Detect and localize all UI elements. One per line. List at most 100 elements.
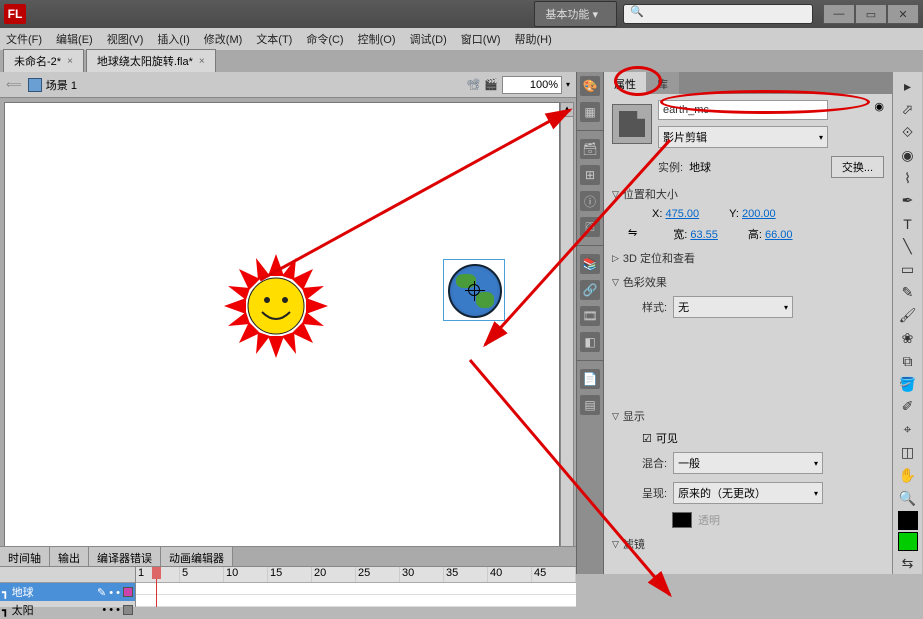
stage[interactable] [4, 102, 560, 558]
y-value[interactable]: 200.00 [742, 208, 776, 220]
edit-scene-icon[interactable]: 📽 [466, 78, 480, 91]
layer-row[interactable]: ┓太阳 • • • [0, 601, 135, 619]
library-icon[interactable]: 📚 [580, 254, 600, 274]
deco-tool[interactable]: ❀ [896, 328, 920, 349]
section-display[interactable]: 显示 [623, 408, 645, 424]
style-dropdown[interactable]: 无▾ [673, 296, 793, 318]
menu-insert[interactable]: 插入(I) [157, 31, 189, 47]
symbol-type-dropdown[interactable]: 影片剪辑▾ [658, 126, 828, 148]
doc-tab[interactable]: 未命名-2*× [3, 49, 84, 72]
menu-window[interactable]: 窗口(W) [461, 31, 501, 47]
registration-point-icon [468, 284, 480, 296]
edit-symbol-icon[interactable]: 🎬 [484, 78, 498, 91]
lasso-tool[interactable]: ⌇ [896, 168, 920, 189]
help-icon[interactable]: ◉ [874, 100, 884, 113]
cube-icon[interactable]: ◧ [580, 332, 600, 352]
section-filters[interactable]: 滤镜 [623, 536, 645, 552]
menu-help[interactable]: 帮助(H) [515, 31, 552, 47]
bucket-tool[interactable]: 🪣 [896, 374, 920, 395]
menu-view[interactable]: 视图(V) [107, 31, 144, 47]
align-icon[interactable]: ⊞ [580, 165, 600, 185]
subselect-tool[interactable]: ⬀ [896, 99, 920, 120]
pen-tool[interactable]: ✒ [896, 190, 920, 211]
chain-icon[interactable]: 🔗 [580, 280, 600, 300]
transform-icon[interactable]: ⛋ [580, 217, 600, 237]
tab-close-icon[interactable]: × [67, 56, 73, 67]
tab-timeline[interactable]: 时间轴 [0, 547, 50, 566]
eraser-tool[interactable]: ◫ [896, 442, 920, 463]
swap-colors-icon[interactable]: ⇆ [896, 553, 920, 574]
palette-icon[interactable]: 🎨 [580, 76, 600, 96]
3d-rotate-tool[interactable]: ◉ [896, 145, 920, 166]
line-tool[interactable]: ╲ [896, 236, 920, 257]
back-icon[interactable]: ⟸ [6, 78, 22, 91]
section-color[interactable]: 色彩效果 [623, 274, 667, 290]
doc-tab[interactable]: 地球绕太阳旋转.fla*× [86, 49, 216, 72]
zoom-dropdown-icon[interactable]: ▾ [566, 80, 570, 89]
sun-symbol[interactable] [221, 251, 331, 361]
doc-icon[interactable]: 📄 [580, 369, 600, 389]
hand-tool[interactable]: ✋ [896, 465, 920, 486]
tab-library[interactable]: 库 [647, 72, 679, 94]
menu-modify[interactable]: 修改(M) [204, 31, 243, 47]
x-value[interactable]: 475.00 [665, 208, 699, 220]
tab-errors[interactable]: 编译器错误 [89, 547, 161, 566]
panel-icon[interactable]: ▤ [580, 395, 600, 415]
zoom-input[interactable] [502, 76, 562, 94]
maximize-button[interactable]: ▭ [855, 4, 887, 24]
stroke-color[interactable] [898, 511, 918, 530]
layer-row[interactable]: ┓地球 ✎ • • [0, 583, 135, 601]
close-button[interactable]: ✕ [887, 4, 919, 24]
selection-tool[interactable]: ▸ [896, 76, 920, 97]
fill-color[interactable] [898, 532, 918, 551]
layer-list: ┓地球 ✎ • • ┓太阳 • • • [0, 567, 136, 607]
pencil-tool[interactable]: ✎ [896, 282, 920, 303]
playhead[interactable] [156, 567, 157, 607]
app-logo: FL [4, 4, 26, 24]
brush-tool[interactable]: 🖌 [896, 305, 920, 326]
height-value[interactable]: 66.00 [765, 229, 793, 241]
title-bar: FL 基本功能 ▾ 🔍 — ▭ ✕ [0, 0, 923, 28]
swap-button[interactable]: 交换... [831, 156, 884, 178]
menu-control[interactable]: 控制(O) [358, 31, 396, 47]
menu-file[interactable]: 文件(F) [6, 31, 42, 47]
info-icon[interactable]: ⓘ [580, 191, 600, 211]
properties-panel: 属性 库 影片剪辑▾ ◉ 实例: 地球 交换... ▽位置和大小 X: 475.… [604, 72, 892, 574]
minimize-button[interactable]: — [823, 4, 855, 24]
instance-name-input[interactable] [658, 100, 828, 120]
grid-icon[interactable]: ▦ [580, 102, 600, 122]
vertical-scrollbar[interactable]: ▴ [560, 102, 574, 558]
menu-commands[interactable]: 命令(C) [306, 31, 343, 47]
ink-tool[interactable]: ✐ [896, 396, 920, 417]
search-input[interactable]: 🔍 [623, 4, 813, 24]
workspace-dropdown[interactable]: 基本功能 ▾ [534, 1, 617, 27]
color-swatch[interactable] [672, 512, 692, 528]
bone-tool[interactable]: ⧉ [896, 351, 920, 372]
earth-symbol-selected[interactable] [443, 259, 505, 321]
text-tool[interactable]: T [896, 213, 920, 234]
db-icon[interactable]: 🗃 [580, 139, 600, 159]
transform-tool[interactable]: ⟐ [896, 122, 920, 143]
section-position[interactable]: 位置和大小 [623, 186, 678, 202]
eyedropper-tool[interactable]: ⌖ [896, 419, 920, 440]
zoom-tool[interactable]: 🔍 [896, 488, 920, 509]
symbol-type-icon [612, 104, 652, 144]
rect-tool[interactable]: ▭ [896, 259, 920, 280]
width-value[interactable]: 63.55 [690, 229, 718, 241]
clip-icon[interactable]: 🎞 [580, 306, 600, 326]
tab-properties[interactable]: 属性 [604, 72, 647, 94]
menu-edit[interactable]: 编辑(E) [56, 31, 93, 47]
blend-dropdown[interactable]: 一般▾ [673, 452, 823, 474]
render-dropdown[interactable]: 原来的（无更改）▾ [673, 482, 823, 504]
link-wh-icon[interactable]: ⇋ [628, 226, 637, 242]
stage-container: ▴ [0, 98, 576, 574]
section-3d[interactable]: 3D 定位和查看 [623, 250, 695, 266]
panel-dock: 🎨 ▦ 🗃 ⊞ ⓘ ⛋ 📚 🔗 🎞 ◧ 📄 ▤ [576, 72, 604, 574]
visible-checkbox[interactable]: ☑ [642, 432, 652, 445]
timeline-frames[interactable]: 151015202530354045 [136, 567, 576, 607]
tab-output[interactable]: 输出 [50, 547, 89, 566]
menu-text[interactable]: 文本(T) [256, 31, 292, 47]
tab-motion[interactable]: 动画编辑器 [161, 547, 233, 566]
menu-debug[interactable]: 调试(D) [410, 31, 447, 47]
tab-close-icon[interactable]: × [199, 56, 205, 67]
